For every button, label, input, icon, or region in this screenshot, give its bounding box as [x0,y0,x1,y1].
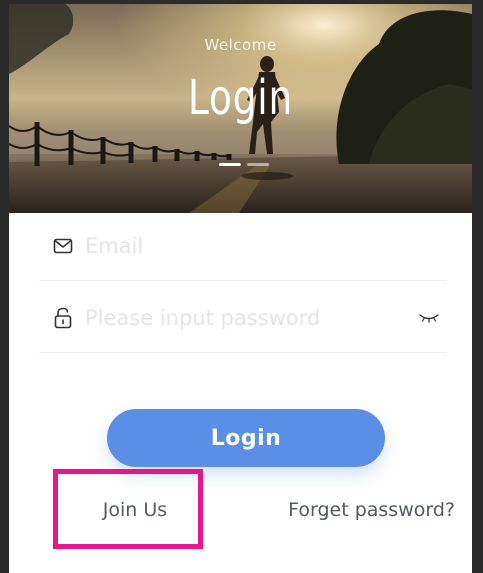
page-title: Login [188,70,293,126]
carousel-indicator [219,163,269,166]
device-frame: Welcome Login Email Login Join Us Forget… [0,0,483,573]
welcome-text: Welcome [204,36,277,54]
password-field-row [39,284,447,353]
login-button[interactable]: Login [107,409,385,467]
hero-banner: Welcome Login [9,4,472,213]
envelope-icon [51,234,75,258]
eye-closed-icon[interactable] [417,306,441,330]
forget-password-link[interactable]: Forget password? [288,491,455,529]
join-us-link[interactable]: Join Us [65,491,205,529]
login-screen: Welcome Login Email Login Join Us Forget… [9,4,472,573]
email-field-row [39,212,447,281]
carousel-dot[interactable] [247,163,269,166]
password-input[interactable] [85,306,417,330]
email-input[interactable] [85,234,447,258]
lock-icon [51,306,75,330]
carousel-dot-active[interactable] [219,163,241,166]
